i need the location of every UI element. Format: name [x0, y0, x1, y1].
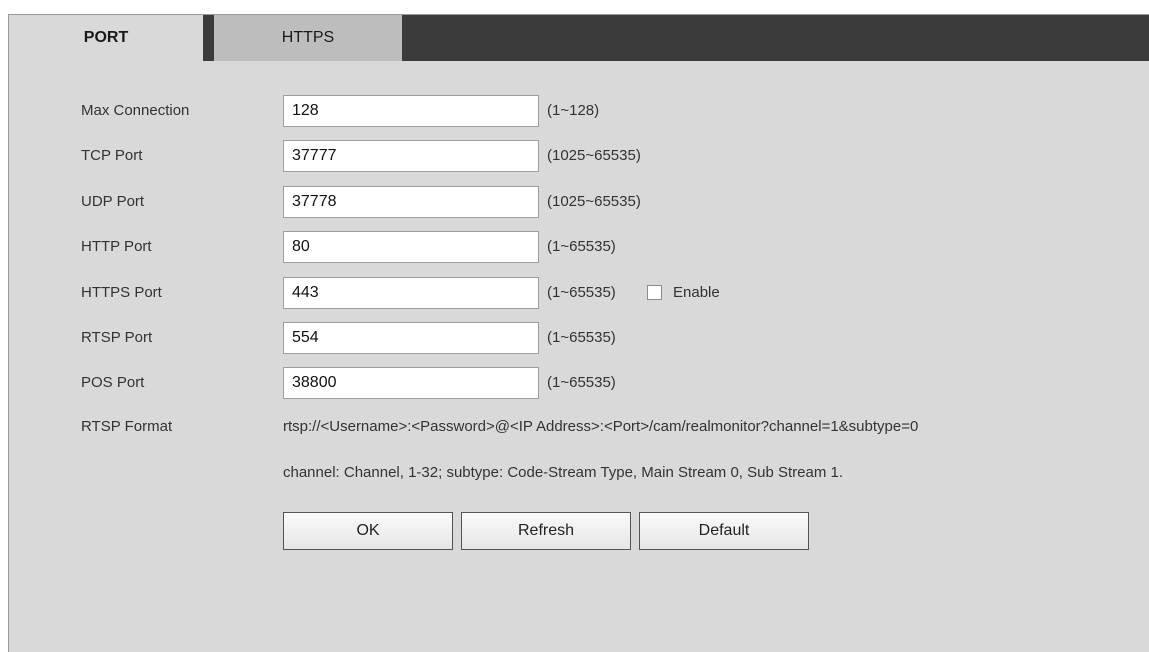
tab-port[interactable]: PORT — [9, 15, 203, 61]
http-port-range: (1~65535) — [547, 238, 616, 255]
tcp-port-input[interactable] — [283, 140, 539, 172]
default-button[interactable]: Default — [639, 512, 809, 550]
http-port-row: HTTP Port (1~65535) — [9, 231, 1149, 263]
udp-port-row: UDP Port (1025~65535) — [9, 186, 1149, 218]
pos-port-label: POS Port — [81, 374, 145, 391]
tab-https[interactable]: HTTPS — [214, 15, 402, 61]
https-enable-checkbox[interactable] — [647, 285, 662, 300]
https-enable-label[interactable]: Enable — [673, 277, 720, 309]
max-connection-row: Max Connection (1~128) — [9, 95, 1149, 127]
udp-port-input[interactable] — [283, 186, 539, 218]
rtsp-format-note: channel: Channel, 1-32; subtype: Code-St… — [283, 464, 844, 481]
http-port-input[interactable] — [283, 231, 539, 263]
https-port-range: (1~65535) — [547, 284, 616, 301]
refresh-button[interactable]: Refresh — [461, 512, 631, 550]
rtsp-format-note-row: channel: Channel, 1-32; subtype: Code-St… — [9, 457, 1149, 489]
https-port-row: HTTPS Port (1~65535) Enable — [9, 277, 1149, 309]
tcp-port-row: TCP Port (1025~65535) — [9, 140, 1149, 172]
https-port-label: HTTPS Port — [81, 284, 162, 301]
rtsp-port-range: (1~65535) — [547, 329, 616, 346]
tcp-port-label: TCP Port — [81, 147, 143, 164]
port-settings-panel: PORT HTTPS Max Connection (1~128) TCP Po… — [8, 14, 1149, 652]
udp-port-range: (1025~65535) — [547, 193, 641, 210]
rtsp-port-label: RTSP Port — [81, 329, 153, 346]
rtsp-format-label: RTSP Format — [81, 418, 173, 435]
tcp-port-range: (1025~65535) — [547, 147, 641, 164]
udp-port-label: UDP Port — [81, 193, 145, 210]
http-port-label: HTTP Port — [81, 238, 152, 255]
max-connection-input[interactable] — [283, 95, 539, 127]
max-connection-range: (1~128) — [547, 102, 600, 119]
tab-bar: PORT HTTPS — [9, 15, 1149, 61]
pos-port-range: (1~65535) — [547, 374, 616, 391]
rtsp-port-row: RTSP Port (1~65535) — [9, 322, 1149, 354]
https-port-input[interactable] — [283, 277, 539, 309]
max-connection-label: Max Connection — [81, 102, 190, 119]
rtsp-port-input[interactable] — [283, 322, 539, 354]
rtsp-format-url: rtsp://<Username>:<Password>@<IP Address… — [283, 418, 919, 435]
ok-button[interactable]: OK — [283, 512, 453, 550]
pos-port-input[interactable] — [283, 367, 539, 399]
rtsp-format-row: RTSP Format rtsp://<Username>:<Password>… — [9, 411, 1149, 443]
pos-port-row: POS Port (1~65535) — [9, 367, 1149, 399]
